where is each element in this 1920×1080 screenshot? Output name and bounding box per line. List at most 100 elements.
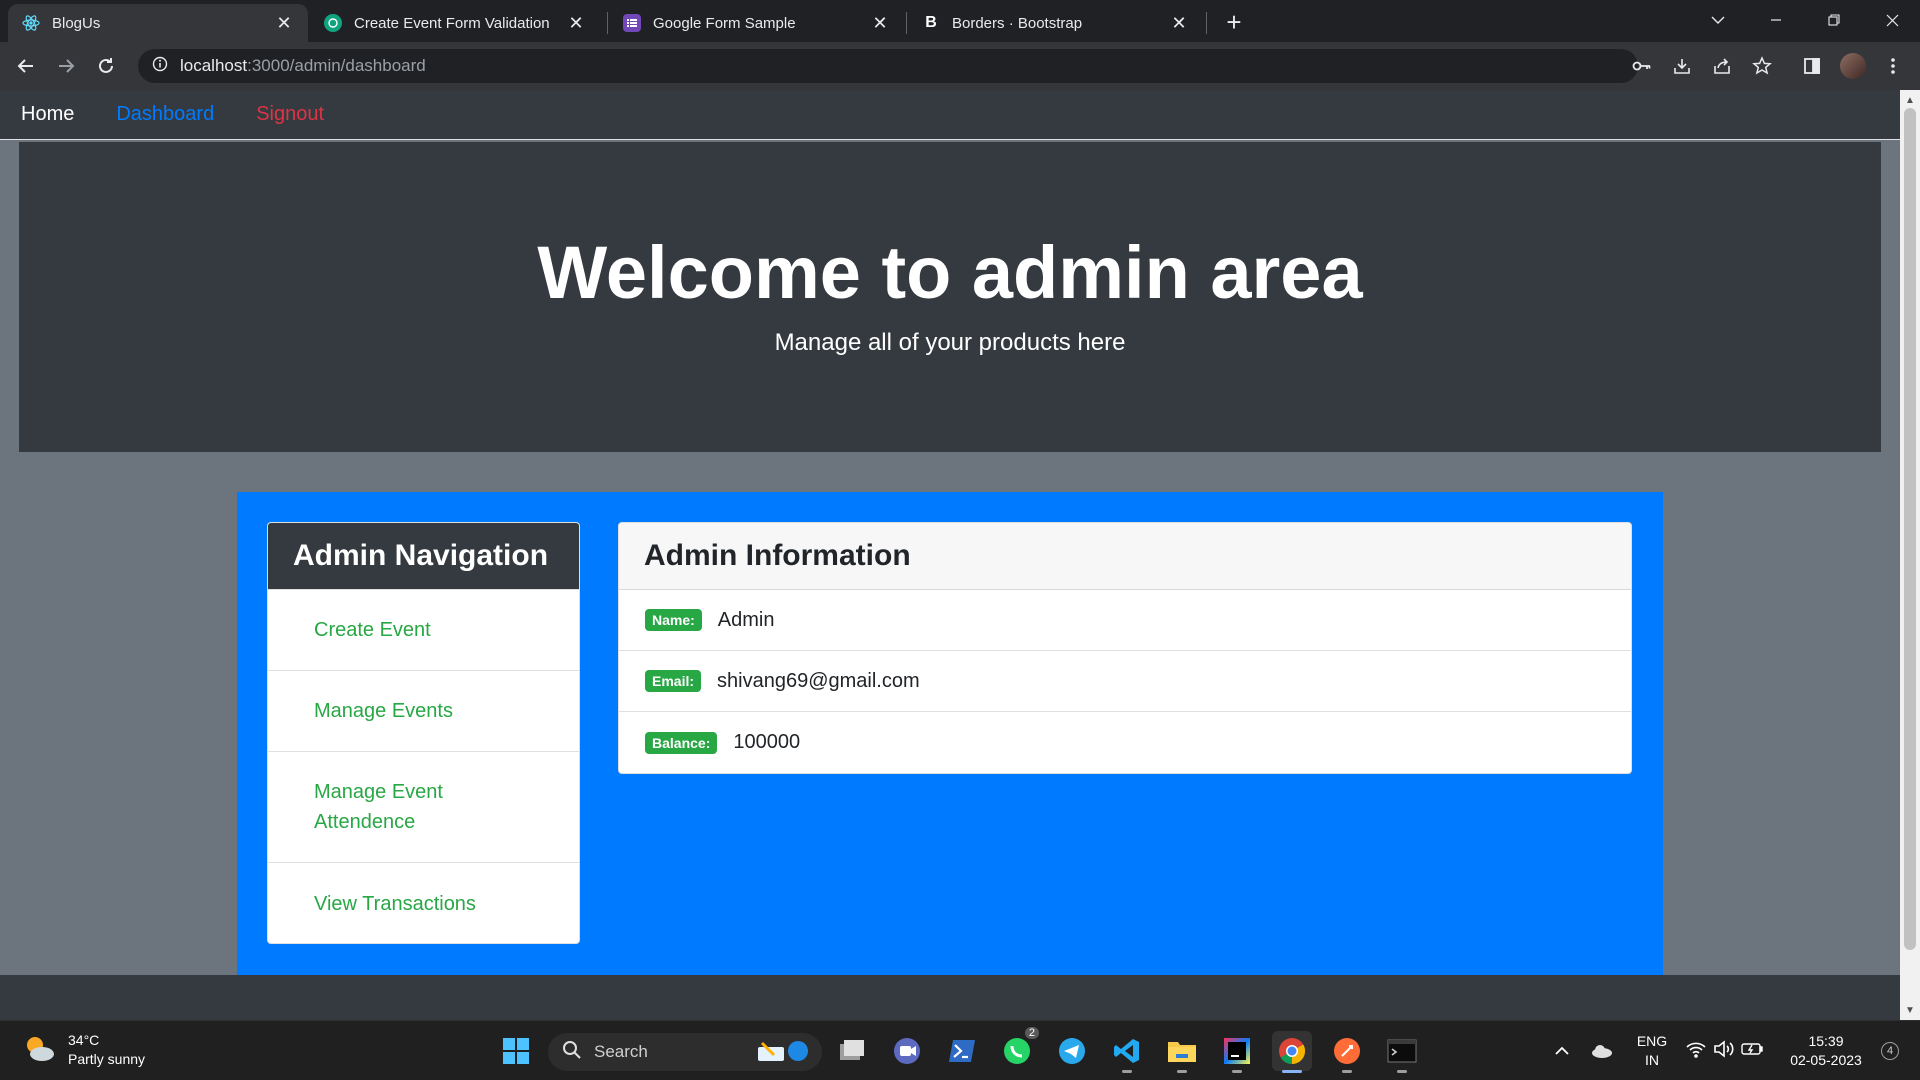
close-tab-icon[interactable]: ✕ (870, 13, 890, 33)
site-info-icon[interactable] (152, 56, 168, 77)
weather-widget[interactable]: 34°C Partly sunny (22, 1031, 145, 1069)
close-tab-icon[interactable]: ✕ (566, 13, 586, 33)
admin-nav-manage-events[interactable]: Manage Events (268, 670, 579, 751)
install-app-icon[interactable] (1667, 51, 1697, 81)
clock-date: 02-05-2023 (1790, 1052, 1862, 1068)
running-indicator (1342, 1070, 1352, 1073)
close-tab-icon[interactable]: ✕ (274, 13, 294, 33)
tab-separator (906, 12, 907, 34)
tab-search-icon[interactable] (1690, 0, 1746, 40)
hero-jumbotron: Welcome to admin area Manage all of your… (19, 142, 1881, 452)
nav-home-link[interactable]: Home (21, 103, 74, 126)
whatsapp-icon[interactable]: 2 (997, 1027, 1039, 1071)
battery-icon (1741, 1042, 1763, 1061)
admin-information-card: Admin Information Name: Admin Email: shi… (618, 522, 1632, 774)
close-tab-icon[interactable]: ✕ (1169, 13, 1189, 33)
windows-taskbar: 34°C Partly sunny Search 2 ENG IN 15:39 … (0, 1020, 1920, 1080)
search-label: Search (594, 1042, 648, 1061)
tab-title: BlogUs (52, 14, 101, 32)
tab-google-form-sample[interactable]: Google Form Sample ✕ (609, 4, 904, 42)
openai-icon (324, 14, 342, 32)
taskbar-search[interactable]: Search (548, 1033, 822, 1071)
language-indicator[interactable]: ENG IN (1630, 1032, 1674, 1070)
info-row-balance: Balance: 100000 (619, 712, 1631, 773)
active-indicator (1282, 1070, 1302, 1073)
url-text: localhost:3000/admin/dashboard (180, 56, 426, 76)
side-panel-icon[interactable] (1797, 51, 1827, 81)
bookmark-star-icon[interactable] (1747, 51, 1777, 81)
browser-tab-strip: BlogUs ✕ Create Event Form Validation ✕ … (0, 0, 1920, 42)
quick-settings[interactable] (1676, 1031, 1772, 1071)
dashboard-container: Admin Navigation Create Event Manage Eve… (237, 492, 1663, 992)
clock-time: 15:39 (1808, 1033, 1844, 1049)
volume-icon (1713, 1039, 1735, 1063)
tab-borders-bootstrap[interactable]: B Borders · Bootstrap ✕ (908, 4, 1203, 42)
file-explorer-icon[interactable] (1162, 1031, 1202, 1073)
running-indicator (1397, 1070, 1407, 1073)
tab-separator (607, 12, 608, 34)
restore-icon[interactable] (1806, 0, 1862, 40)
partly-sunny-icon (22, 1033, 56, 1068)
nav-signout-link[interactable]: Signout (256, 103, 324, 126)
intellij-icon[interactable] (1217, 1031, 1257, 1073)
tab-blogus[interactable]: BlogUs ✕ (8, 4, 308, 42)
page-scrollbar[interactable]: ▲ ▼ (1900, 90, 1920, 1020)
chevron-up-icon[interactable] (1542, 1031, 1582, 1071)
powershell-icon[interactable] (942, 1031, 982, 1071)
vscode-icon[interactable] (1107, 1031, 1147, 1073)
admin-nav-manage-event-attendence[interactable]: Manage Event Attendence (268, 751, 579, 862)
teams-meet-icon[interactable] (887, 1031, 927, 1071)
search-icon (562, 1040, 582, 1065)
close-window-icon[interactable] (1864, 0, 1920, 40)
browser-menu-icon[interactable] (1878, 51, 1908, 81)
task-view-icon[interactable] (832, 1031, 872, 1071)
info-row-email: Email: shivang69@gmail.com (619, 651, 1631, 712)
notification-count: 4 (1881, 1042, 1899, 1060)
page-footer (0, 975, 1900, 1020)
key-icon[interactable] (1627, 51, 1657, 81)
windows-start-icon[interactable] (496, 1031, 536, 1071)
admin-information-title: Admin Information (619, 523, 1631, 590)
running-indicator (1177, 1070, 1187, 1073)
google-forms-icon (623, 14, 641, 32)
name-value: Admin (717, 608, 775, 631)
admin-navigation-title: Admin Navigation (268, 523, 579, 589)
reload-icon[interactable] (90, 50, 122, 82)
admin-navigation-card: Admin Navigation Create Event Manage Eve… (267, 522, 580, 944)
scroll-down-icon[interactable]: ▼ (1900, 1002, 1920, 1018)
tab-create-event-form-validation[interactable]: Create Event Form Validation ✕ (310, 4, 600, 42)
weather-description: Partly sunny (68, 1051, 146, 1067)
forward-icon[interactable] (50, 50, 82, 82)
new-tab-button[interactable]: + (1220, 7, 1248, 37)
postman-icon[interactable] (1327, 1031, 1367, 1073)
tab-title: Create Event Form Validation (354, 14, 550, 32)
hero-title: Welcome to admin area (537, 231, 1363, 314)
language-top: ENG (1636, 1033, 1668, 1049)
share-icon[interactable] (1707, 51, 1737, 81)
admin-nav-create-event[interactable]: Create Event (268, 589, 579, 670)
balance-badge: Balance: (645, 731, 718, 754)
clock[interactable]: 15:39 02-05-2023 (1780, 1032, 1872, 1070)
onedrive-cloud-icon[interactable] (1582, 1031, 1622, 1071)
hero-subtitle: Manage all of your products here (774, 329, 1126, 356)
tab-title: Google Form Sample (653, 14, 796, 32)
chrome-icon[interactable] (1272, 1031, 1312, 1073)
terminal-icon[interactable] (1382, 1031, 1422, 1073)
email-badge: Email: (645, 670, 702, 692)
profile-avatar[interactable] (1838, 51, 1868, 81)
back-icon[interactable] (10, 50, 42, 82)
address-bar[interactable]: localhost:3000/admin/dashboard (138, 49, 1638, 83)
minimize-icon[interactable] (1748, 0, 1804, 40)
scroll-up-icon[interactable]: ▲ (1900, 92, 1920, 108)
tab-separator (1206, 12, 1207, 34)
browser-toolbar: localhost:3000/admin/dashboard (0, 42, 1920, 90)
telegram-icon[interactable] (1052, 1031, 1092, 1071)
admin-nav-view-transactions[interactable]: View Transactions (268, 862, 579, 943)
page-viewport: Home Dashboard Signout Welcome to admin … (0, 90, 1900, 1020)
wifi-icon (1685, 1040, 1707, 1063)
nav-dashboard-link[interactable]: Dashboard (116, 103, 214, 126)
scrollbar-thumb[interactable] (1904, 108, 1916, 950)
notification-center[interactable]: 4 (1876, 1031, 1904, 1071)
search-highlight-icon (752, 1035, 816, 1070)
name-badge: Name: (645, 609, 702, 631)
